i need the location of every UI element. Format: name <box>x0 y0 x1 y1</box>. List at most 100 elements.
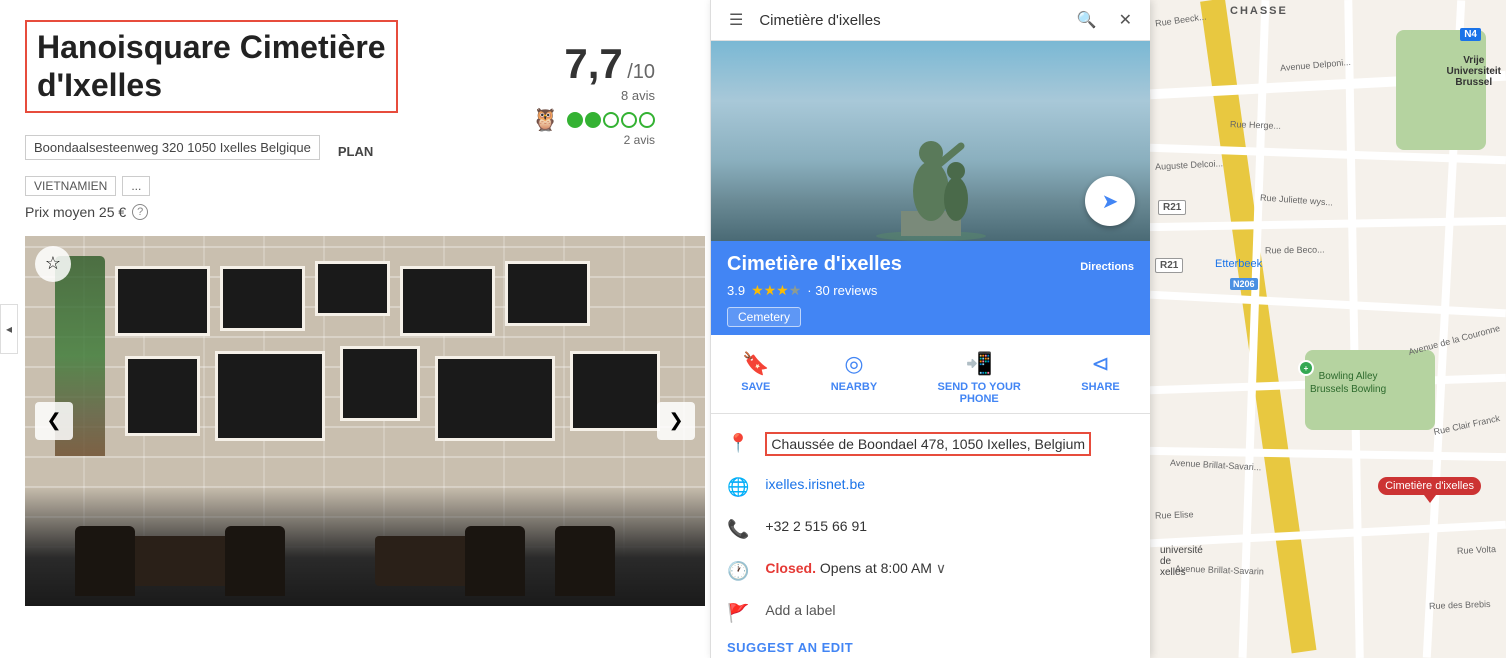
left-panel: Hanoisquare Cimetière d'Ixelles 7,7 /10 … <box>0 0 710 658</box>
place-name: Cimetière d'ixelles <box>727 253 902 276</box>
vrije-label: VrijeUniversiteitBrussel <box>1447 55 1501 88</box>
nearby-label: NEARBY <box>831 381 877 393</box>
flag-icon: 🚩 <box>727 603 749 624</box>
ta-circle-5 <box>639 112 655 128</box>
place-info-header: Cimetière d'ixelles 3.9 ★★★★ · 30 review… <box>711 241 1150 335</box>
directions-icon: ➤ <box>1102 189 1119 214</box>
tripadvisor-icon: 🦉 <box>532 107 559 133</box>
photo-gallery: ☆ <box>25 236 705 606</box>
nearby-action[interactable]: ◎ NEARBY <box>831 351 877 405</box>
search-bar: ☰ 🔍 ✕ <box>711 0 1150 41</box>
road-label-6: Rue de Beco... <box>1265 244 1325 255</box>
ta-circle-2 <box>585 112 601 128</box>
photo-frame-1 <box>115 266 210 336</box>
gallery-next-button[interactable]: ❯ <box>657 402 695 440</box>
hamburger-button[interactable]: ☰ <box>723 8 749 32</box>
nearby-icon: ◎ <box>844 351 863 377</box>
photo-frame-10 <box>570 351 660 431</box>
photo-frame-9 <box>435 356 555 441</box>
pin-label: Cimetière d'ixelles <box>1378 477 1481 495</box>
avis2: 2 avis <box>532 133 655 147</box>
place-details: 📍 Chaussée de Boondael 478, 1050 Ixelles… <box>711 414 1150 658</box>
r21-badge-2: R21 <box>1155 258 1183 273</box>
open-chevron[interactable]: ∨ <box>936 560 946 576</box>
photo-frame-8 <box>340 346 420 421</box>
title-line2: d'Ixelles <box>37 67 162 103</box>
share-action[interactable]: ⊲ SHARE <box>1081 351 1120 405</box>
rating-row: 3.9 ★★★★ · 30 reviews <box>727 282 902 299</box>
collapse-button[interactable]: ◂ <box>0 304 18 354</box>
google-maps-panel: ◂ ☰ 🔍 ✕ <box>710 0 1150 658</box>
close-button[interactable]: ✕ <box>1113 8 1138 32</box>
save-label: SAVE <box>741 381 770 393</box>
tag-vietnamien[interactable]: VIETNAMIEN <box>25 176 116 196</box>
tags-row: VIETNAMIEN ... <box>25 176 685 196</box>
chevron-left-icon: ❮ <box>46 410 61 431</box>
plan-link[interactable]: PLAN <box>338 144 373 159</box>
address-row: 📍 Chaussée de Boondael 478, 1050 Ixelles… <box>711 422 1150 466</box>
open-time-text: Opens at 8:00 AM <box>820 560 932 576</box>
save-action[interactable]: 🔖 SAVE <box>741 351 770 405</box>
search-input[interactable] <box>759 12 1060 29</box>
clock-icon: 🕐 <box>727 561 749 582</box>
statue-image <box>871 81 991 241</box>
photo-frame-6 <box>125 356 200 436</box>
label-row: 🚩 Add a label <box>711 592 1150 634</box>
etterbeek-label: Etterbeek <box>1215 258 1262 270</box>
gallery-prev-button[interactable]: ❮ <box>35 402 73 440</box>
review-count: · 30 reviews <box>807 283 877 298</box>
park-area-2 <box>1396 30 1486 150</box>
place-photo: ➤ <box>711 41 1150 241</box>
address-detail: Chaussée de Boondael 478, 1050 Ixelles, … <box>765 432 1134 456</box>
address-text: Boondaalsesteenweg 320 1050 Ixelles Belg… <box>34 140 311 155</box>
rating-suffix: /10 <box>627 61 655 83</box>
ta-circle-3 <box>603 112 619 128</box>
phone-icon: 📞 <box>727 519 749 540</box>
globe-icon: 🌐 <box>727 477 749 498</box>
favorite-button[interactable]: ☆ <box>35 246 71 282</box>
search-button[interactable]: 🔍 <box>1071 8 1103 32</box>
road-label-10: Rue Elise <box>1155 509 1194 520</box>
tag-more[interactable]: ... <box>122 176 150 196</box>
info-icon[interactable]: ? <box>132 204 148 220</box>
share-icon: ⊲ <box>1091 351 1109 377</box>
rating-number: 7,7 <box>564 40 622 87</box>
send-to-phone-action[interactable]: 📲 SEND TO YOUR PHONE <box>938 351 1021 405</box>
suggest-edit-link[interactable]: SUGGEST AN EDIT <box>711 634 1150 658</box>
r21-badge: R21 <box>1158 200 1186 215</box>
rating-block: 7,7 /10 8 avis 🦉 2 avis <box>532 40 655 147</box>
photo-frame-4 <box>400 266 495 336</box>
ta-circles <box>567 112 655 128</box>
photo-frame-5 <box>505 261 590 326</box>
hamburger-icon: ☰ <box>729 12 743 29</box>
address-highlighted: Chaussée de Boondael 478, 1050 Ixelles, … <box>765 432 1091 456</box>
map-background[interactable]: N4 R21 R21 N206 VrijeUniversiteitBrussel… <box>1150 0 1506 658</box>
photo-frame-3 <box>315 261 390 316</box>
website-detail[interactable]: ixelles.irisnet.be <box>765 476 1134 492</box>
website-row: 🌐 ixelles.irisnet.be <box>711 466 1150 508</box>
chasse-label: CHASSE <box>1230 5 1288 17</box>
directions-button[interactable]: ➤ <box>1085 176 1135 226</box>
place-type-tag[interactable]: Cemetery <box>727 307 801 327</box>
search-icon: 🔍 <box>1077 12 1097 29</box>
collapse-icon: ◂ <box>6 322 12 336</box>
send-label: SEND TO YOUR PHONE <box>938 381 1021 405</box>
location-icon: 📍 <box>727 433 749 454</box>
road-label-13: Rue Volta <box>1457 544 1497 556</box>
send-icon: 📲 <box>966 351 993 377</box>
add-label-text[interactable]: Add a label <box>765 602 1134 618</box>
photo-wall <box>25 236 705 606</box>
tripadvisor-row: 🦉 <box>532 107 655 133</box>
road-label-3: Rue Herge... <box>1230 119 1281 131</box>
phone-row: 📞 +32 2 515 66 91 <box>711 508 1150 550</box>
star-rating: ★★★★ <box>751 282 801 299</box>
closed-text: Closed. <box>765 560 816 576</box>
star-icon: ☆ <box>45 253 61 274</box>
hours-detail: Closed. Opens at 8:00 AM ∨ <box>765 560 1134 577</box>
pin-stem <box>1424 495 1436 503</box>
chevron-right-icon: ❯ <box>668 410 683 431</box>
n4-badge: N4 <box>1460 28 1481 41</box>
cemetery-map-pin[interactable]: Cimetière d'ixelles <box>1378 477 1481 503</box>
close-icon: ✕ <box>1119 12 1132 29</box>
photo-frame-7 <box>215 351 325 441</box>
